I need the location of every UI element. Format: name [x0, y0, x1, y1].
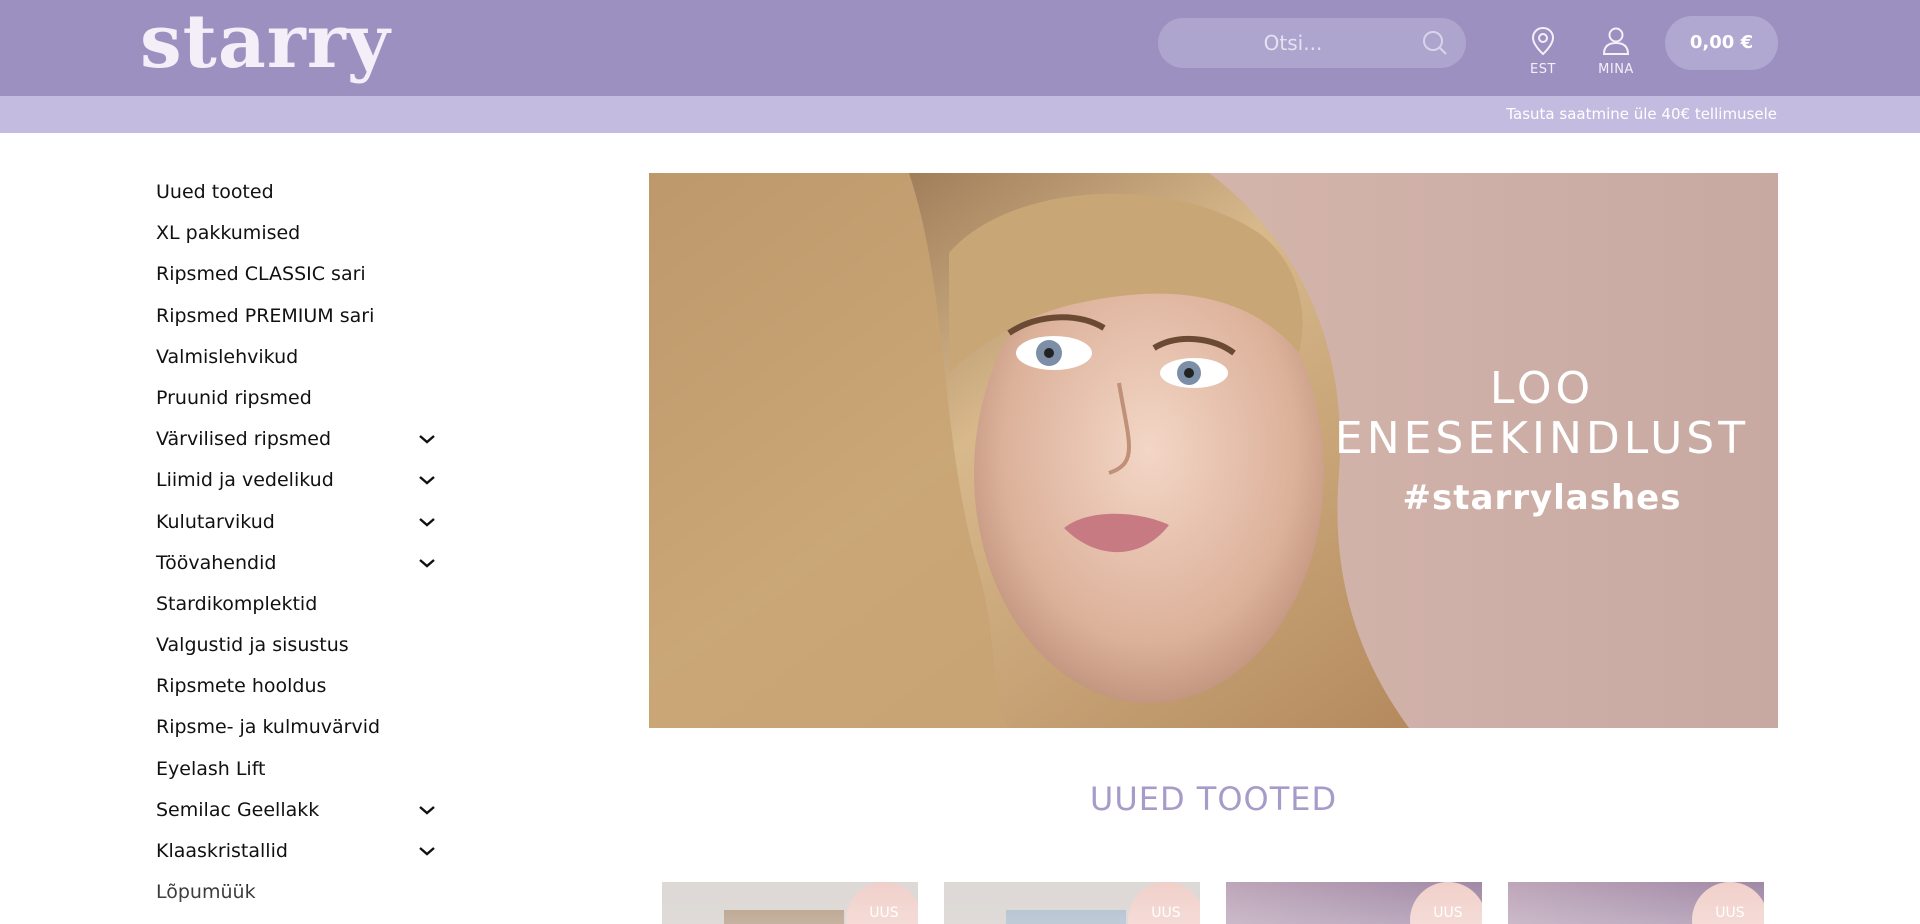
hero-hashtag: #starrylashes: [1402, 478, 1682, 518]
hero-headline-1: LOO: [1489, 363, 1595, 414]
sidebar-item-label: Pruunid ripsmed: [156, 386, 312, 409]
promo-text: Tasuta saatmine üle 40€ tellimusele: [1506, 105, 1777, 123]
sidebar-item[interactable]: Valmislehvikud: [156, 337, 436, 378]
new-products-title: UUED TOOTED: [1089, 780, 1338, 818]
sidebar-item[interactable]: Värvilised ripsmed: [156, 419, 436, 460]
language-selector[interactable]: EST: [1513, 26, 1573, 77]
sidebar-item-label: Klaaskristallid: [156, 840, 288, 862]
product-card[interactable]: UUS: [944, 882, 1200, 924]
chevron-down-icon[interactable]: [418, 845, 436, 857]
sidebar-item-label: Kulutarvikud: [156, 510, 275, 533]
hero-banner[interactable]: LOO ENESEKINDLUST #starrylashes: [649, 173, 1778, 728]
product-image: [1006, 910, 1126, 924]
sidebar-item-label: Lõpumüük: [156, 881, 256, 904]
sidebar-item-label: Töövahendid: [156, 551, 277, 574]
sidebar-item-label: XL pakkumised: [156, 222, 301, 245]
cart-button[interactable]: 0,00 €: [1665, 16, 1778, 70]
product-card[interactable]: UUS: [1226, 882, 1482, 924]
product-card[interactable]: UUS: [1508, 882, 1764, 924]
new-badge: UUS: [1692, 882, 1764, 924]
sidebar-item-label: Valgustid ja sisustus: [156, 634, 349, 657]
sidebar-item[interactable]: Ripsmed PREMIUM sari: [156, 296, 436, 337]
new-badge: UUS: [1410, 882, 1482, 924]
user-icon: [1602, 27, 1630, 55]
product-card[interactable]: UUS: [662, 882, 918, 924]
promo-bar: Tasuta saatmine üle 40€ tellimusele: [0, 96, 1920, 133]
new-badge: UUS: [846, 882, 918, 924]
sidebar-item-label: Uued tooted: [156, 181, 274, 203]
sidebar-item-label: Semilac Geellakk: [156, 798, 320, 821]
sidebar-item-label: Ripsmed PREMIUM sari: [156, 304, 375, 327]
hero-headline-2: ENESEKINDLUST: [1334, 413, 1750, 464]
sidebar-item-label: Ripsmed CLASSIC sari: [156, 263, 366, 286]
map-pin-icon: [1531, 26, 1555, 56]
search-icon[interactable]: [1422, 30, 1448, 56]
sidebar-item[interactable]: Kulutarvikud: [156, 502, 436, 543]
language-label: EST: [1530, 62, 1556, 77]
account-link[interactable]: MINA: [1586, 26, 1646, 77]
sidebar-item-label: Valmislehvikud: [156, 345, 299, 368]
sidebar-item-label: Stardikomplektid: [156, 592, 318, 615]
chevron-down-icon[interactable]: [418, 516, 436, 528]
account-label: MINA: [1598, 62, 1634, 77]
sidebar-item[interactable]: Eyelash Lift: [156, 749, 436, 790]
new-badge: UUS: [1128, 882, 1200, 924]
product-image: [724, 910, 844, 924]
site-header: starry EST MINA 0,00 €: [0, 0, 1920, 96]
sidebar-item-label: Liimid ja vedelikud: [156, 469, 334, 492]
search-input[interactable]: [1158, 18, 1398, 68]
sidebar-item[interactable]: Töövahendid: [156, 543, 436, 584]
sidebar-item[interactable]: Semilac Geellakk: [156, 790, 436, 831]
chevron-down-icon[interactable]: [418, 804, 436, 816]
chevron-down-icon[interactable]: [418, 474, 436, 486]
sidebar-item[interactable]: XL pakkumised: [156, 213, 436, 254]
sidebar-item[interactable]: Valgustid ja sisustus: [156, 625, 436, 666]
sidebar-item[interactable]: Stardikomplektid: [156, 584, 436, 625]
sidebar-item-label: Ripsmete hooldus: [156, 675, 327, 698]
sidebar-item[interactable]: Liimid ja vedelikud: [156, 460, 436, 501]
sidebar-item[interactable]: Ripsmed CLASSIC sari: [156, 254, 436, 295]
sidebar-item[interactable]: Klaaskristallid: [156, 831, 436, 872]
chevron-down-icon[interactable]: [418, 433, 436, 445]
category-sidebar: Uued tooted XL pakkumised Ripsmed CLASSIC …: [156, 172, 436, 913]
sidebar-item[interactable]: Pruunid ripsmed: [156, 378, 436, 419]
sidebar-item[interactable]: Lõpumüük: [156, 872, 436, 913]
sidebar-item[interactable]: Ripsmete hooldus: [156, 666, 436, 707]
site-logo[interactable]: starry: [140, 2, 391, 82]
sidebar-item[interactable]: Ripsme- ja kulmuvärvid: [156, 707, 436, 748]
search-bar[interactable]: [1158, 18, 1466, 68]
sidebar-item-label: Eyelash Lift: [156, 757, 266, 780]
chevron-down-icon[interactable]: [418, 557, 436, 569]
sidebar-item[interactable]: Uued tooted: [156, 172, 436, 213]
sidebar-item-label: Värvilised ripsmed: [156, 428, 332, 451]
sidebar-item-label: Ripsme- ja kulmuvärvid: [156, 716, 381, 739]
